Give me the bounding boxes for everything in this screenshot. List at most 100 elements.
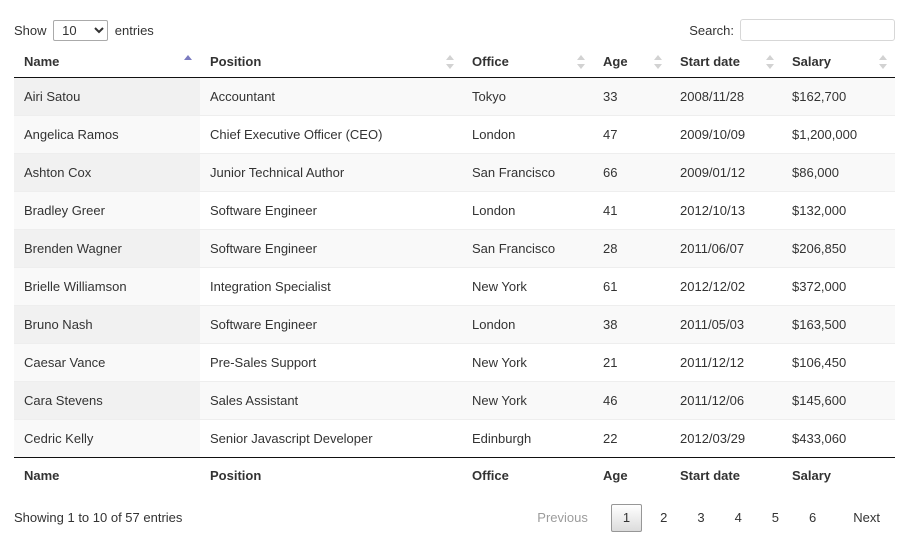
footer-label-age: Age bbox=[593, 458, 670, 494]
column-header-position[interactable]: Position bbox=[200, 46, 462, 78]
cell-name: Ashton Cox bbox=[14, 154, 200, 192]
table-info: Showing 1 to 10 of 57 entries bbox=[14, 510, 182, 525]
cell-position: Accountant bbox=[200, 78, 462, 116]
pagination-page-button[interactable]: 4 bbox=[723, 504, 754, 532]
column-header-age[interactable]: Age bbox=[593, 46, 670, 78]
cell-salary: $86,000 bbox=[782, 154, 895, 192]
column-header-name[interactable]: Name bbox=[14, 46, 200, 78]
cell-start: 2011/12/12 bbox=[670, 344, 782, 382]
cell-start: 2012/10/13 bbox=[670, 192, 782, 230]
column-header-salary[interactable]: Salary bbox=[782, 46, 895, 78]
cell-start: 2009/10/09 bbox=[670, 116, 782, 154]
search-input[interactable] bbox=[740, 19, 895, 41]
cell-start: 2009/01/12 bbox=[670, 154, 782, 192]
cell-salary: $1,200,000 bbox=[782, 116, 895, 154]
table-row[interactable]: Brenden WagnerSoftware EngineerSan Franc… bbox=[14, 230, 895, 268]
sort-both-icon bbox=[765, 54, 776, 70]
cell-office: Tokyo bbox=[462, 78, 593, 116]
employees-table: Name Position Office bbox=[14, 46, 895, 494]
cell-position: Software Engineer bbox=[200, 230, 462, 268]
table-body: Airi SatouAccountantTokyo332008/11/28$16… bbox=[14, 78, 895, 458]
table-top-controls: Show 10 entries Search: bbox=[14, 0, 895, 46]
cell-office: San Francisco bbox=[462, 230, 593, 268]
cell-salary: $206,850 bbox=[782, 230, 895, 268]
cell-position: Senior Javascript Developer bbox=[200, 420, 462, 458]
cell-office: New York bbox=[462, 382, 593, 420]
cell-age: 61 bbox=[593, 268, 670, 306]
pagination-page-button[interactable]: 2 bbox=[648, 504, 679, 532]
cell-age: 38 bbox=[593, 306, 670, 344]
cell-name: Brielle Williamson bbox=[14, 268, 200, 306]
column-header-office[interactable]: Office bbox=[462, 46, 593, 78]
footer-label-salary: Salary bbox=[782, 458, 895, 494]
sort-both-icon bbox=[576, 54, 587, 70]
cell-name: Airi Satou bbox=[14, 78, 200, 116]
table-row[interactable]: Cedric KellySenior Javascript DeveloperE… bbox=[14, 420, 895, 458]
cell-start: 2012/03/29 bbox=[670, 420, 782, 458]
cell-start: 2008/11/28 bbox=[670, 78, 782, 116]
column-header-label: Position bbox=[210, 54, 261, 69]
cell-office: San Francisco bbox=[462, 154, 593, 192]
footer-label-name: Name bbox=[14, 458, 200, 494]
column-header-label: Salary bbox=[792, 54, 831, 69]
table-row[interactable]: Angelica RamosChief Executive Officer (C… bbox=[14, 116, 895, 154]
table-row[interactable]: Brielle WilliamsonIntegration Specialist… bbox=[14, 268, 895, 306]
cell-name: Angelica Ramos bbox=[14, 116, 200, 154]
cell-name: Brenden Wagner bbox=[14, 230, 200, 268]
pagination-page-button[interactable]: 5 bbox=[760, 504, 791, 532]
cell-age: 66 bbox=[593, 154, 670, 192]
cell-age: 47 bbox=[593, 116, 670, 154]
cell-position: Pre-Sales Support bbox=[200, 344, 462, 382]
cell-age: 22 bbox=[593, 420, 670, 458]
cell-office: New York bbox=[462, 344, 593, 382]
cell-office: Edinburgh bbox=[462, 420, 593, 458]
entries-label: entries bbox=[115, 23, 154, 38]
cell-start: 2011/12/06 bbox=[670, 382, 782, 420]
cell-name: Bradley Greer bbox=[14, 192, 200, 230]
table-header-row: Name Position Office bbox=[14, 46, 895, 78]
table-bottom-controls: Showing 1 to 10 of 57 entries Previous 12… bbox=[14, 494, 895, 538]
table-foot: Name Position Office Age Start date Sala… bbox=[14, 458, 895, 494]
cell-position: Integration Specialist bbox=[200, 268, 462, 306]
table-row[interactable]: Bruno NashSoftware EngineerLondon382011/… bbox=[14, 306, 895, 344]
page-length-control: Show 10 entries bbox=[14, 20, 154, 41]
cell-start: 2012/12/02 bbox=[670, 268, 782, 306]
cell-position: Sales Assistant bbox=[200, 382, 462, 420]
pagination-page-button[interactable]: 1 bbox=[611, 504, 642, 532]
sort-both-icon bbox=[878, 54, 889, 70]
pagination-previous-button[interactable]: Previous bbox=[523, 504, 602, 532]
footer-label-office: Office bbox=[462, 458, 593, 494]
cell-name: Cara Stevens bbox=[14, 382, 200, 420]
table-row[interactable]: Caesar VancePre-Sales SupportNew York212… bbox=[14, 344, 895, 382]
cell-position: Software Engineer bbox=[200, 306, 462, 344]
table-head: Name Position Office bbox=[14, 46, 895, 78]
cell-office: New York bbox=[462, 268, 593, 306]
cell-name: Cedric Kelly bbox=[14, 420, 200, 458]
pagination-next-button[interactable]: Next bbox=[839, 504, 894, 532]
cell-position: Chief Executive Officer (CEO) bbox=[200, 116, 462, 154]
cell-start: 2011/06/07 bbox=[670, 230, 782, 268]
cell-salary: $162,700 bbox=[782, 78, 895, 116]
pagination-page-button[interactable]: 3 bbox=[685, 504, 716, 532]
footer-label-start-date: Start date bbox=[670, 458, 782, 494]
column-header-label: Name bbox=[24, 54, 59, 69]
cell-age: 21 bbox=[593, 344, 670, 382]
pagination-controls: Previous 123456 Next bbox=[522, 504, 895, 532]
cell-position: Software Engineer bbox=[200, 192, 462, 230]
table-row[interactable]: Airi SatouAccountantTokyo332008/11/28$16… bbox=[14, 78, 895, 116]
table-footer-row: Name Position Office Age Start date Sala… bbox=[14, 458, 895, 494]
datatable-wrapper: Show 10 entries Search: Name bbox=[0, 0, 909, 538]
column-header-start-date[interactable]: Start date bbox=[670, 46, 782, 78]
page-length-select[interactable]: 10 bbox=[53, 20, 108, 41]
table-row[interactable]: Cara StevensSales AssistantNew York46201… bbox=[14, 382, 895, 420]
cell-start: 2011/05/03 bbox=[670, 306, 782, 344]
table-search-control: Search: bbox=[689, 19, 895, 41]
cell-office: London bbox=[462, 306, 593, 344]
sort-both-icon bbox=[653, 54, 664, 70]
cell-name: Caesar Vance bbox=[14, 344, 200, 382]
cell-office: London bbox=[462, 116, 593, 154]
table-row[interactable]: Ashton CoxJunior Technical AuthorSan Fra… bbox=[14, 154, 895, 192]
cell-salary: $163,500 bbox=[782, 306, 895, 344]
table-row[interactable]: Bradley GreerSoftware EngineerLondon4120… bbox=[14, 192, 895, 230]
pagination-page-button[interactable]: 6 bbox=[797, 504, 828, 532]
